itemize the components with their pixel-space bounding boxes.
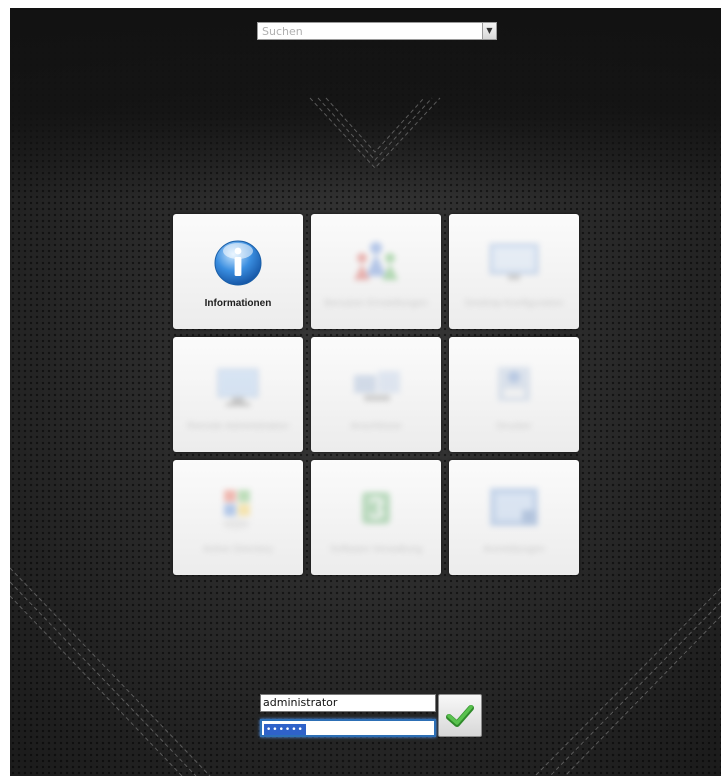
tile-benutzer-einstellungen[interactable]: Benutzer-Einstellungen [311,214,441,329]
tile-label: Anschlüsse [350,421,402,432]
tile-software-verwaltung[interactable]: Software-Verwaltung [311,460,441,575]
password-mask: •••••• [264,724,306,735]
tile-label: Software-Verwaltung [329,544,423,555]
printer-icon [498,367,530,401]
tile-label: Remote-Administration [187,421,289,432]
tile-desktop-konfiguration[interactable]: Desktop-Konfiguration [449,214,579,329]
search-dropdown[interactable]: Suchen ▼ [257,22,497,40]
windows-icon [222,490,250,529]
tile-label: Informationen [204,298,272,309]
chevron-down-icon[interactable]: ▼ [482,23,496,39]
password-field[interactable]: •••••• [260,719,436,737]
tile-drucker[interactable]: Drucker [449,337,579,452]
tile-label: Anmeldungen [483,544,545,555]
software-icon [362,492,390,524]
search-placeholder: Suchen [262,25,303,38]
login-submit-button[interactable] [438,694,482,737]
monitor-icon [217,368,259,406]
desktop-icon [489,243,539,280]
login-icon [490,488,538,526]
tile-label: Active Directory [202,544,273,555]
network-icon [354,371,400,401]
info-icon [214,240,262,286]
checkmark-icon [446,705,474,727]
tile-active-directory[interactable]: Active Directory [173,460,303,575]
tile-label: Drucker [496,421,532,432]
username-field[interactable]: administrator [260,694,436,712]
tile-remote-administration[interactable]: Remote-Administration [173,337,303,452]
users-icon [354,242,398,280]
tile-anschluesse[interactable]: Anschlüsse [311,337,441,452]
tile-anmeldungen[interactable]: Anmeldungen [449,460,579,575]
tile-label: Benutzer-Einstellungen [324,298,428,309]
login-background: Suchen ▼ Informationen Benutzer-Einstell… [10,8,721,776]
tile-informationen[interactable]: Informationen [173,214,303,329]
tile-label: Desktop-Konfiguration [464,298,564,309]
